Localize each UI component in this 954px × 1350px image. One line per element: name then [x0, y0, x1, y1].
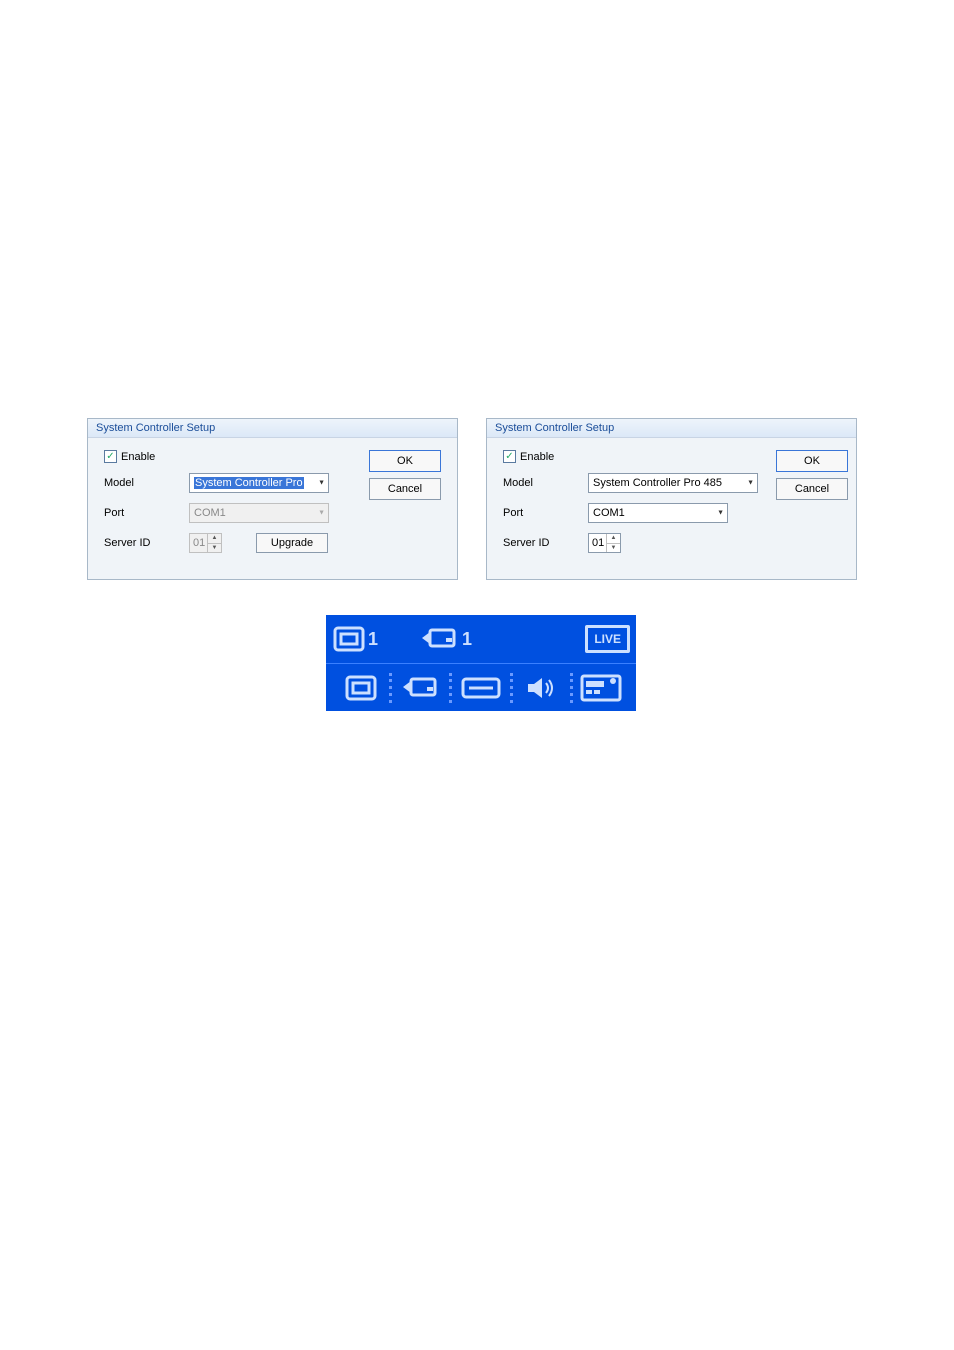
- port-dropdown: COM1 ▼: [189, 503, 329, 523]
- live-badge: LIVE: [585, 625, 630, 653]
- port-value: COM1: [194, 507, 226, 519]
- spinner-up-icon: ▲: [208, 534, 221, 544]
- enable-label: Enable: [121, 451, 155, 463]
- dialog-title: System Controller Setup: [88, 419, 457, 438]
- lcd-camera-indicator: 1: [420, 626, 472, 652]
- model-label: Model: [104, 477, 189, 489]
- cancel-button[interactable]: Cancel: [369, 478, 441, 500]
- port-label: Port: [503, 507, 588, 519]
- spinner-down-icon: ▼: [208, 544, 221, 553]
- camera-icon: [401, 675, 441, 701]
- model-value: System Controller Pro: [194, 477, 304, 489]
- speaker-icon: [526, 675, 556, 701]
- server-id-label: Server ID: [104, 537, 189, 549]
- chevron-down-icon: ▼: [318, 510, 325, 517]
- spinner-down-icon[interactable]: ▼: [607, 544, 620, 553]
- keyboard-icon: [461, 677, 501, 699]
- lcd-status: LIVE: [585, 625, 630, 653]
- spinner-up-icon[interactable]: ▲: [607, 534, 620, 544]
- port-value: COM1: [593, 507, 625, 519]
- upgrade-button[interactable]: Upgrade: [256, 533, 328, 553]
- model-label: Model: [503, 477, 588, 489]
- chevron-down-icon: ▼: [747, 480, 754, 487]
- cancel-button[interactable]: Cancel: [776, 478, 848, 500]
- lcd-monitor-indicator: 1: [332, 625, 378, 653]
- dialog-title: System Controller Setup: [487, 419, 856, 438]
- monitor-icon: [332, 625, 366, 653]
- enable-checkbox[interactable]: ✓: [503, 450, 516, 463]
- port-label: Port: [104, 507, 189, 519]
- calendar-icon: [580, 674, 622, 702]
- enable-label: Enable: [520, 451, 554, 463]
- port-dropdown[interactable]: COM1 ▼: [588, 503, 728, 523]
- ok-button[interactable]: OK: [369, 450, 441, 472]
- chevron-down-icon: ▼: [717, 510, 724, 517]
- enable-checkbox[interactable]: ✓: [104, 450, 117, 463]
- model-dropdown[interactable]: System Controller Pro 485 ▼: [588, 473, 758, 493]
- chevron-down-icon: ▼: [318, 480, 325, 487]
- server-id-spinner: 01 ▲ ▼: [189, 533, 222, 553]
- camera-number: 1: [462, 629, 472, 650]
- server-id-label: Server ID: [503, 537, 588, 549]
- dialog-system-controller-setup-right: System Controller Setup ✓ Enable Model S…: [486, 418, 857, 580]
- server-id-value: 01: [193, 537, 205, 549]
- ok-button[interactable]: OK: [776, 450, 848, 472]
- server-id-spinner[interactable]: 01 ▲ ▼: [588, 533, 621, 553]
- camera-icon: [420, 626, 460, 652]
- model-dropdown[interactable]: System Controller Pro ▼: [189, 473, 329, 493]
- lcd-panel: 1 1 LIVE: [326, 615, 636, 711]
- server-id-value: 01: [592, 537, 604, 549]
- monitor-number: 1: [368, 629, 378, 650]
- model-value: System Controller Pro 485: [593, 477, 722, 489]
- dialog-system-controller-setup-left: System Controller Setup ✓ Enable Model S…: [87, 418, 458, 580]
- monitor-icon: [344, 674, 378, 702]
